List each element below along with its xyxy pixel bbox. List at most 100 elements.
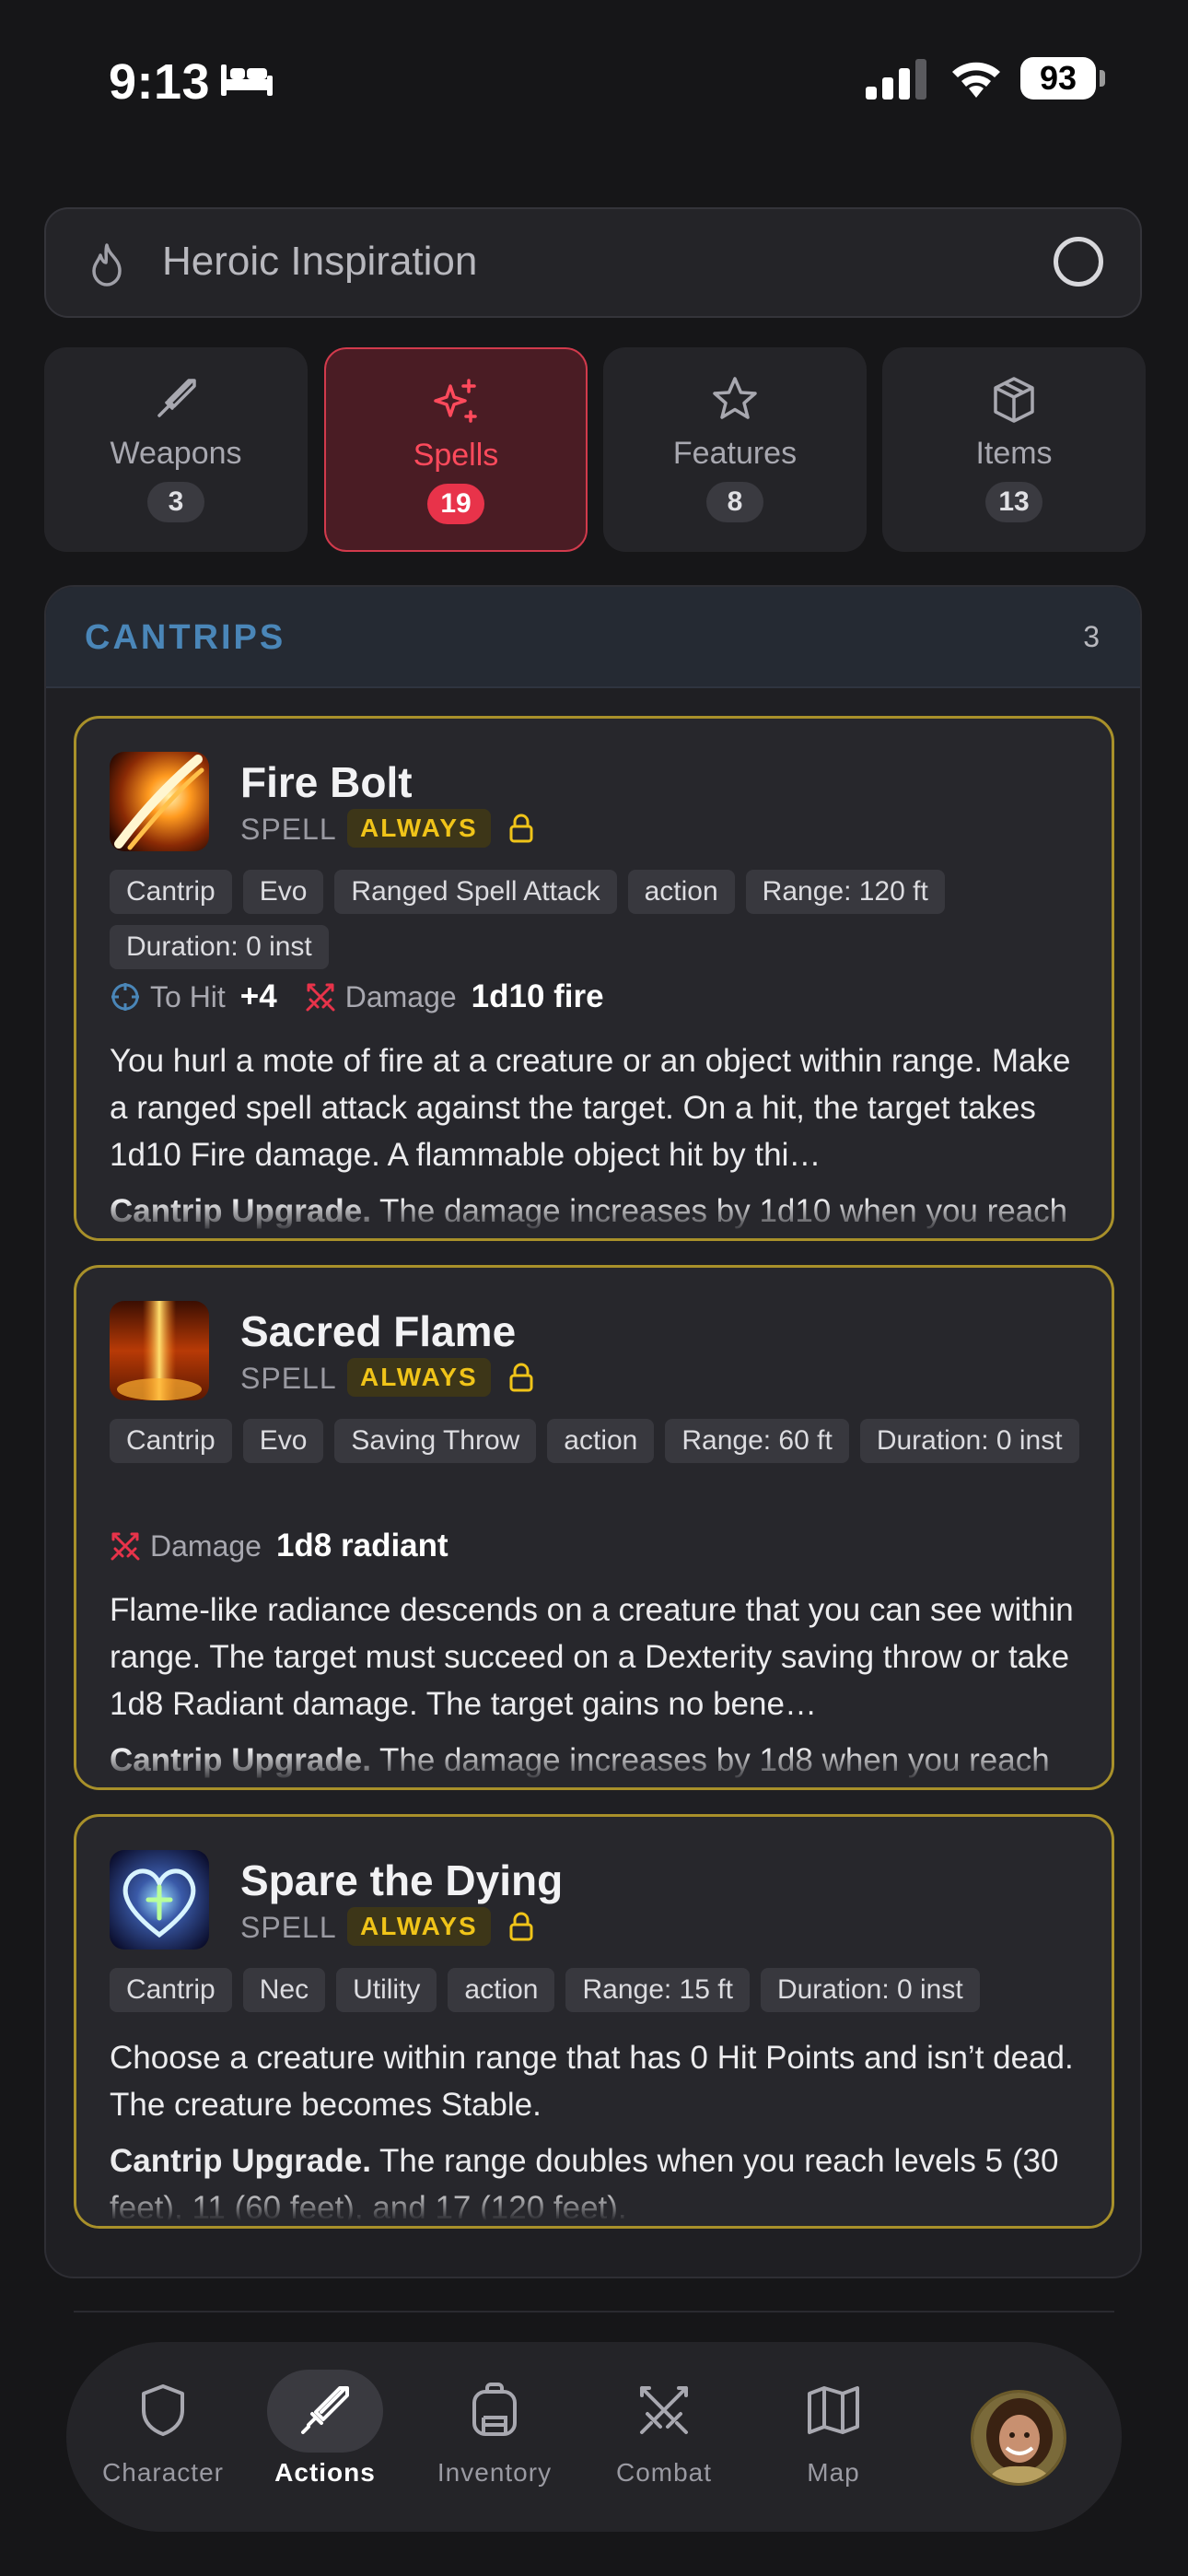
sword-icon	[301, 2386, 349, 2434]
tag: Range: 60 ft	[665, 1419, 849, 1463]
spell-type: SPELL	[240, 1362, 337, 1395]
spell-name: Sacred Flame	[240, 1307, 517, 1355]
nav-inventory-label: Inventory	[437, 2458, 553, 2487]
heroic-inspiration-bar[interactable]: Heroic Inspiration	[44, 207, 1142, 318]
section-count: 3	[1083, 620, 1100, 653]
battery-level: 93	[1020, 57, 1096, 100]
spell-name: Spare the Dying	[240, 1856, 564, 1904]
tag: Utility	[336, 1968, 437, 2012]
tab-features-count: 8	[706, 482, 763, 522]
lock-icon	[509, 1912, 533, 1941]
spell-description-text: Flame-like radiance descends on a creatu…	[110, 1592, 1074, 1722]
always-badge: ALWAYS	[347, 1907, 491, 1946]
spare-the-dying-thumbnail	[110, 1850, 209, 1950]
tab-features[interactable]: Features 8	[603, 347, 867, 552]
tag: action	[547, 1419, 655, 1463]
tag: Evo	[242, 1419, 324, 1463]
tab-spells-count: 19	[427, 484, 484, 524]
description-fade	[76, 1201, 1112, 1238]
nav-combat[interactable]: Combat	[586, 2342, 742, 2532]
status-time: 9:13	[109, 54, 211, 110]
nav-combat-label: Combat	[615, 2458, 713, 2487]
tab-weapons[interactable]: Weapons 3	[44, 347, 308, 552]
status-bar: 9:13 93	[0, 0, 1188, 157]
tag: action	[448, 1968, 555, 2012]
crossed-swords-icon	[640, 2386, 688, 2434]
spell-description-text: Choose a creature within range that has …	[110, 2040, 1074, 2123]
character-avatar[interactable]	[971, 2390, 1066, 2486]
spell-card-spare-the-dying[interactable]: Spare the Dying SPELL ALWAYS Cantrip Nec…	[74, 1814, 1114, 2229]
tag: action	[627, 870, 735, 914]
wifi-icon	[952, 62, 1000, 98]
sacred-flame-thumbnail	[110, 1301, 209, 1400]
tag: Cantrip	[110, 1419, 232, 1463]
flame-icon	[92, 243, 122, 287]
description-fade	[76, 2189, 1112, 2226]
backpack-icon	[472, 2383, 517, 2436]
tag: Duration: 0 inst	[110, 925, 329, 969]
star-icon	[713, 377, 757, 419]
spell-tags: Cantrip Evo Saving Throw action Range: 6…	[110, 1419, 1086, 1463]
tag: Saving Throw	[334, 1419, 537, 1463]
spell-type: SPELL	[240, 1911, 337, 1944]
crosshair-icon	[111, 983, 139, 1011]
map-icon	[808, 2386, 859, 2434]
tag: Cantrip	[110, 870, 232, 914]
sword-icon	[157, 379, 196, 417]
nav-map[interactable]: Map	[755, 2342, 912, 2532]
nav-actions[interactable]: Actions	[247, 2342, 403, 2532]
damage-label: Damage	[344, 979, 457, 1013]
cantrips-section: CANTRIPS 3 Fire Bolt SPELL ALWAYS Cantri…	[44, 585, 1142, 2278]
damage-value: 1d10 fire	[471, 978, 604, 1014]
tab-spells-label: Spells	[413, 438, 499, 473]
spell-stats: Damage 1d8 radiant	[110, 1528, 448, 1564]
tag: Cantrip	[110, 1968, 232, 2012]
tab-weapons-count: 3	[147, 482, 204, 522]
spell-description-text: You hurl a mote of fire at a creature or…	[110, 1043, 1071, 1173]
to-hit-value: +4	[239, 978, 277, 1014]
box-icon	[994, 377, 1034, 423]
section-title: CANTRIPS	[85, 618, 286, 657]
tag: Evo	[242, 870, 324, 914]
nav-inventory[interactable]: Inventory	[416, 2342, 573, 2532]
tab-items-label: Items	[975, 436, 1053, 471]
sleep-focus-icon	[221, 64, 273, 96]
upgrade-title: Cantrip Upgrade.	[110, 2143, 371, 2179]
damage-value: 1d8 radiant	[275, 1528, 448, 1563]
nav-character-label: Character	[102, 2458, 224, 2487]
spell-name: Fire Bolt	[240, 758, 413, 806]
tab-features-label: Features	[672, 436, 798, 471]
sparkles-icon	[434, 379, 477, 423]
cellular-signal-icon	[866, 59, 926, 100]
shield-icon	[142, 2384, 184, 2436]
spell-tags: Cantrip Nec Utility action Range: 15 ft …	[110, 1968, 1086, 2012]
tab-items[interactable]: Items 13	[882, 347, 1146, 552]
lock-icon	[509, 814, 533, 843]
spell-tags: Cantrip Evo Ranged Spell Attack action R…	[110, 870, 1086, 969]
to-hit-label: To Hit	[150, 979, 226, 1013]
spell-type: SPELL	[240, 813, 337, 846]
tab-spells[interactable]: Spells 19	[324, 347, 588, 552]
nav-character[interactable]: Character	[85, 2342, 241, 2532]
description-fade	[76, 1751, 1112, 1787]
tag: Range: 120 ft	[745, 870, 945, 914]
fire-bolt-thumbnail	[110, 752, 209, 851]
tab-items-count: 13	[985, 482, 1042, 522]
heroic-inspiration-label: Heroic Inspiration	[162, 239, 478, 284]
always-badge: ALWAYS	[347, 809, 491, 848]
tag: Duration: 0 inst	[760, 1968, 980, 2012]
cantrips-section-header[interactable]: CANTRIPS 3	[46, 587, 1140, 688]
spell-stats: To Hit +4 Damage 1d10 fire	[110, 978, 604, 1015]
spell-card-sacred-flame[interactable]: Sacred Flame SPELL ALWAYS Cantrip Evo Sa…	[74, 1265, 1114, 1790]
spell-card-fire-bolt[interactable]: Fire Bolt SPELL ALWAYS Cantrip Evo Range…	[74, 716, 1114, 1241]
damage-label: Damage	[150, 1528, 262, 1563]
tag: Nec	[242, 1968, 326, 2012]
crossed-swords-icon	[306, 983, 335, 1012]
lock-icon	[509, 1363, 533, 1392]
heroic-inspiration-toggle[interactable]	[1054, 237, 1103, 287]
tag: Ranged Spell Attack	[334, 870, 617, 914]
tag: Range: 15 ft	[565, 1968, 750, 2012]
divider	[74, 2311, 1114, 2313]
always-badge: ALWAYS	[347, 1358, 491, 1397]
battery-tip	[1100, 70, 1105, 87]
